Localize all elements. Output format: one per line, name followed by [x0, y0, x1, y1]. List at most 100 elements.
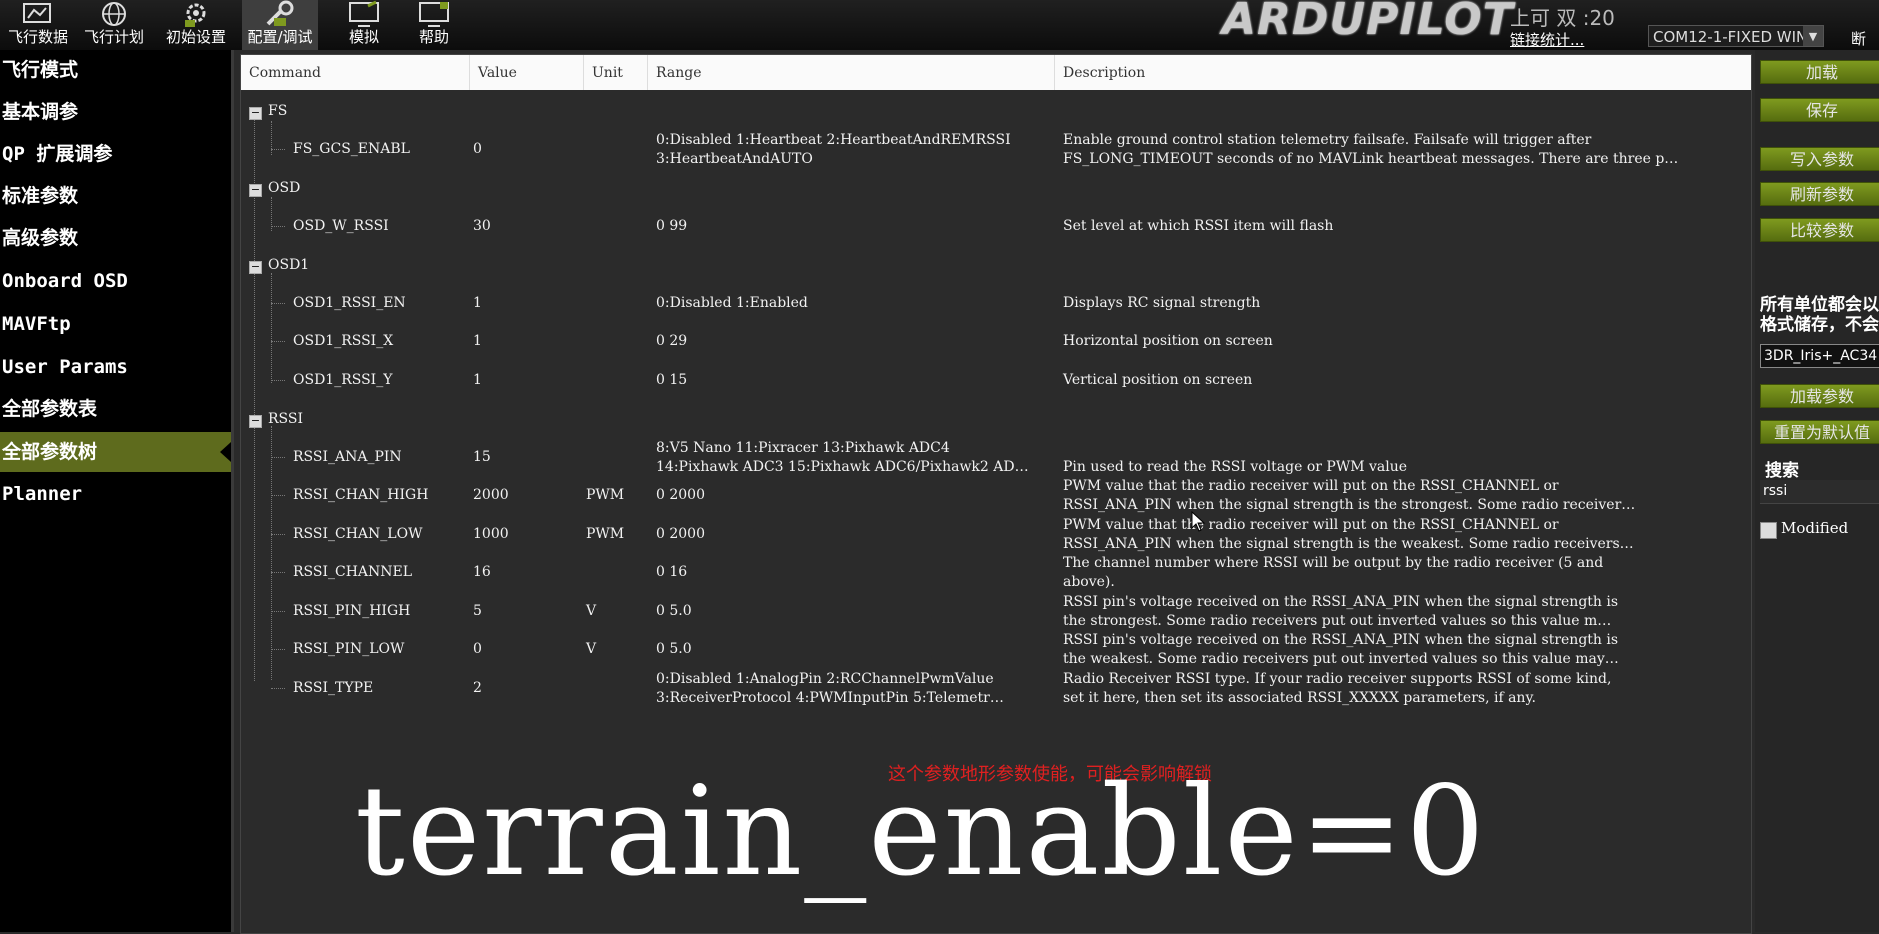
- flight-data-button[interactable]: 飞行数据: [0, 0, 76, 50]
- column-header-value[interactable]: Value: [470, 55, 584, 90]
- value-cell[interactable]: 2000: [473, 487, 509, 503]
- value-cell[interactable]: 5: [473, 603, 482, 619]
- simulation-label: 模拟: [348, 28, 379, 46]
- collapse-icon[interactable]: −: [249, 107, 262, 120]
- value-cell[interactable]: 1: [473, 333, 482, 349]
- tree-branch-line: [271, 341, 285, 342]
- sidebar-item-flight-modes[interactable]: 飞行模式: [0, 50, 231, 90]
- column-header-range[interactable]: Range: [648, 55, 1055, 90]
- command-cell: OSD1_RSSI_EN: [293, 294, 406, 311]
- collapse-icon[interactable]: −: [249, 261, 262, 274]
- range-cell: 0 15: [656, 371, 688, 388]
- sidebar-item-basic-tuning[interactable]: 基本调参: [0, 92, 231, 132]
- sidebar-item-label: 全部参数树: [2, 441, 98, 463]
- tree-branch-line: [271, 379, 285, 381]
- load-params-button[interactable]: 加载参数: [1760, 384, 1879, 408]
- help-icon: [419, 2, 449, 27]
- unit-cell: V: [586, 602, 597, 619]
- save-button[interactable]: 保存: [1760, 98, 1879, 122]
- value-cell[interactable]: 2: [473, 680, 482, 696]
- sidebar-item-full-param-tree[interactable]: 全部参数树: [0, 432, 231, 472]
- value-cell[interactable]: 15: [473, 449, 491, 465]
- command-cell: RSSI_CHAN_LOW: [293, 525, 423, 542]
- flight-plan-button[interactable]: 飞行计划: [76, 0, 152, 50]
- tree-group[interactable]: − RSSI: [249, 411, 303, 428]
- tree-branch-line: [271, 533, 285, 535]
- tree-group-name: RSSI: [268, 411, 304, 427]
- command-cell: OSD1_RSSI_Y: [293, 371, 393, 388]
- tree-group-name: OSD: [268, 180, 301, 196]
- command-cell: RSSI_ANA_PIN: [293, 448, 402, 465]
- chevron-down-icon[interactable]: ▼: [1803, 26, 1823, 46]
- tree-guide-line: [271, 426, 272, 680]
- value-cell[interactable]: 1: [473, 295, 482, 311]
- reset-default-button[interactable]: 重置为默认值: [1760, 420, 1879, 444]
- big-subtitle-caption: terrain_enable=0: [355, 760, 1487, 904]
- description-cell: Enable ground control station telemetry …: [1063, 131, 1592, 148]
- units-note-line2: 格式储存，不会: [1760, 315, 1879, 335]
- main-toolbar: 飞行数据 飞行计划 初始设置 配置/调试 模拟 帮助 ARDUPILOT 上可 …: [0, 0, 1879, 69]
- description-cell: RSSI pin's voltage received on the RSSI_…: [1063, 593, 1619, 610]
- collapse-icon[interactable]: −: [249, 184, 262, 197]
- value-cell[interactable]: 1: [473, 372, 482, 388]
- description-cell: Radio Receiver RSSI type. If your radio …: [1063, 670, 1612, 687]
- range-cell: 0 16: [656, 564, 688, 580]
- help-button[interactable]: 帮助: [396, 0, 472, 50]
- value-cell[interactable]: 16: [473, 564, 491, 580]
- sidebar-item-advanced-params[interactable]: 高级参数: [0, 218, 231, 258]
- modified-checkbox[interactable]: [1760, 522, 1777, 539]
- load-button[interactable]: 加载: [1760, 60, 1879, 84]
- setup-icon: [185, 3, 206, 27]
- modified-label: Modified: [1781, 519, 1849, 537]
- column-header-unit[interactable]: Unit: [584, 55, 648, 90]
- sidebar-item-user-params[interactable]: User Params: [0, 347, 231, 387]
- command-cell: RSSI_PIN_LOW: [293, 641, 405, 657]
- sidebar-item-full-param-list[interactable]: 全部参数表: [0, 389, 231, 429]
- unit-cell: PWM: [586, 487, 625, 503]
- com-port-select[interactable]: COM12-1-FIXED WING ▼: [1648, 25, 1824, 47]
- description-cell: FS_LONG_TIMEOUT seconds of no MAVLink he…: [1063, 150, 1679, 167]
- tree-branch-line: [271, 687, 285, 689]
- unit-cell: V: [586, 641, 597, 657]
- mouse-cursor-icon: [1191, 511, 1206, 532]
- simulation-button[interactable]: 模拟: [326, 0, 402, 50]
- search-input[interactable]: rssi: [1760, 480, 1879, 504]
- initial-setup-button[interactable]: 初始设置: [158, 0, 234, 50]
- collapse-icon[interactable]: −: [249, 415, 262, 428]
- sidebar-item-standard-params[interactable]: 标准参数: [0, 176, 231, 216]
- column-header-description[interactable]: Description: [1055, 55, 1751, 90]
- tree-group[interactable]: − OSD1: [249, 257, 309, 274]
- tree-branch-line: [271, 456, 285, 458]
- value-cell[interactable]: 1000: [473, 526, 509, 542]
- value-cell[interactable]: 30: [473, 218, 491, 234]
- link-stats-link[interactable]: 链接统计...: [1510, 29, 1584, 50]
- description-cell: RSSI_ANA_PIN when the signal strength is…: [1063, 497, 1636, 513]
- tree-branch-line: [271, 148, 285, 150]
- range-cell: 8:V5 Nano 11:Pixracer 13:Pixhawk ADC4: [656, 439, 950, 456]
- column-header-command[interactable]: Command: [241, 55, 470, 90]
- help-label: 帮助: [418, 28, 449, 46]
- description-cell: the weakest. Some radio receivers put ou…: [1063, 651, 1619, 667]
- param-file-select[interactable]: 3DR_Iris+_AC34: [1760, 344, 1879, 368]
- description-cell: The channel number where RSSI will be ou…: [1063, 555, 1604, 571]
- tree-group[interactable]: − FS: [249, 103, 287, 120]
- sidebar-item-qp-extended-tuning[interactable]: QP 扩展调参: [0, 134, 231, 174]
- description-cell: above).: [1063, 574, 1115, 590]
- compare-params-button[interactable]: 比较参数: [1760, 218, 1879, 242]
- write-params-button[interactable]: 写入参数: [1760, 147, 1879, 171]
- sidebar-item-planner[interactable]: Planner: [0, 474, 231, 514]
- tree-group[interactable]: − OSD: [249, 180, 300, 197]
- config-tuning-button[interactable]: 配置/调试: [242, 0, 318, 50]
- refresh-params-button[interactable]: 刷新参数: [1760, 182, 1879, 206]
- value-cell[interactable]: 0: [473, 141, 482, 157]
- simulation-icon: [349, 0, 379, 27]
- right-action-panel: 加载 保存 写入参数 刷新参数 比较参数 所有单位都会以 格式储存，不会 3DR…: [1755, 50, 1879, 932]
- value-cell[interactable]: 0: [473, 641, 482, 657]
- range-cell: 14:Pixhawk ADC3 15:Pixhawk ADC6/Pixhawk2…: [656, 458, 1029, 475]
- sidebar-item-mavftp[interactable]: MAVFtp: [0, 304, 231, 344]
- tree-branch-line: [271, 495, 285, 496]
- sidebar-item-onboard-osd[interactable]: Onboard OSD: [0, 261, 231, 301]
- tree-group-name: FS: [268, 103, 288, 119]
- globe-icon: [102, 2, 126, 26]
- description-cell: PWM value that the radio receiver will p…: [1063, 516, 1559, 533]
